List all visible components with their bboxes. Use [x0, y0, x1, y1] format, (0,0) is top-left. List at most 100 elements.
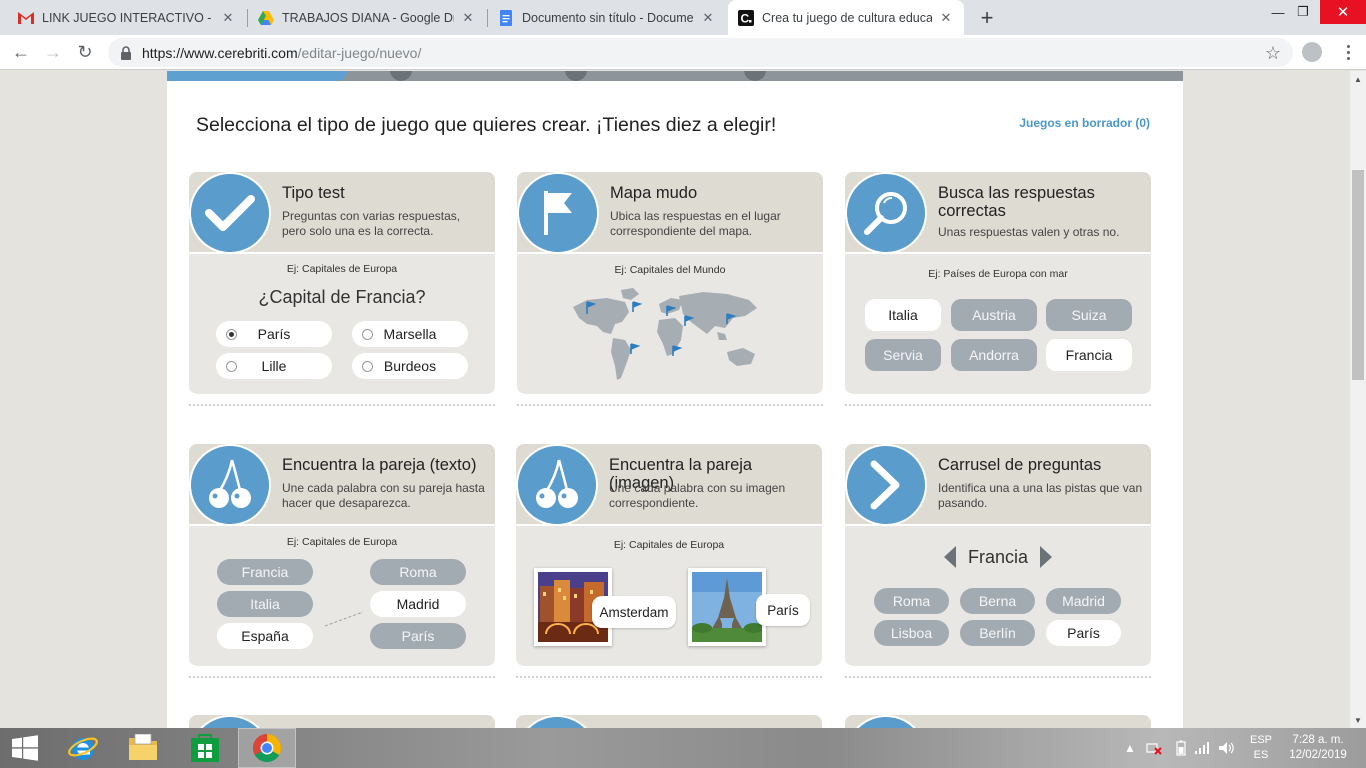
clock-date: 12/02/2019	[1289, 749, 1347, 761]
browser-menu-icon[interactable]	[1338, 42, 1358, 62]
match-word: París	[370, 623, 466, 649]
connector-line	[324, 611, 364, 627]
world-map-image	[567, 282, 767, 387]
card-icon-circle	[516, 715, 598, 728]
card-example: Ej: Capitales del Mundo	[614, 264, 726, 276]
magnifier-icon	[845, 172, 927, 254]
card-row3-3[interactable]	[845, 715, 1151, 728]
scrollbar-thumb[interactable]	[1352, 170, 1364, 380]
step-dot	[565, 71, 587, 81]
scroll-down-icon[interactable]: ▼	[1350, 712, 1366, 728]
answer-option: Berna	[960, 588, 1035, 614]
page-title: Selecciona el tipo de juego que quieres …	[196, 114, 777, 136]
step-active	[167, 71, 347, 81]
answer-option: Servia	[865, 339, 941, 371]
cherries-icon	[516, 444, 598, 526]
radio-icon	[362, 329, 373, 340]
answer-option: Lille	[216, 353, 332, 379]
answer-option: Marsella	[352, 321, 468, 347]
card-separator	[189, 676, 495, 678]
answer-option: Francia	[1046, 339, 1132, 371]
volume-icon[interactable]	[1218, 728, 1236, 768]
answer-option: Suiza	[1046, 299, 1132, 331]
card-separator	[516, 676, 822, 678]
carousel-prev-icon	[943, 545, 957, 569]
card-description: Identifica una a una las pistas que van …	[938, 481, 1143, 510]
answer-option: París	[1046, 620, 1121, 646]
main-container: Selecciona el tipo de juego que quieres …	[167, 71, 1183, 728]
answer-option: Burdeos	[352, 353, 468, 379]
forward-arrow-icon[interactable]: →	[41, 40, 65, 64]
tab-gmail[interactable]: LINK JUEGO INTERACTIVO - mpa ✕	[8, 0, 246, 35]
scroll-up-icon[interactable]: ▲	[1350, 71, 1366, 87]
lock-icon	[120, 45, 134, 60]
card-busca-respuestas[interactable]: Busca las respuestas correctas Unas resp…	[845, 172, 1151, 394]
google-drive-icon	[258, 10, 274, 26]
card-description: Une cada palabra con su imagen correspon…	[609, 481, 786, 510]
windows-start-icon[interactable]	[0, 728, 50, 768]
tab-cerebriti[interactable]: C Crea tu juego de cultura educativ ✕	[728, 0, 964, 35]
bookmark-star-icon[interactable]: ☆	[1265, 43, 1281, 64]
sample-question: ¿Capital de Francia?	[258, 287, 426, 307]
radio-checked-icon	[226, 329, 237, 340]
card-pareja-imagen[interactable]: Encuentra la pareja (imagen) Une cada pa…	[516, 444, 822, 666]
system-clock[interactable]: 7:28 a. m. 12/02/2019	[1278, 733, 1358, 763]
battery-icon[interactable]	[1176, 728, 1186, 768]
tab-label: Crea tu juego de cultura educativ	[762, 10, 932, 25]
show-hidden-icons[interactable]: ▲	[1124, 728, 1136, 768]
chrome-taskbar-icon[interactable]	[238, 728, 296, 768]
drafts-link[interactable]: Juegos en borrador (0)	[1019, 116, 1150, 130]
cerebriti-icon: C	[738, 9, 754, 26]
card-mapa-mudo[interactable]: Mapa mudo Ubica las respuestas en el lug…	[517, 172, 823, 394]
tab-label: Documento sin título - Documen	[522, 10, 694, 25]
card-row3-1[interactable]	[189, 715, 495, 728]
browser-toolbar: ← → ↻ https://www.cerebriti.com/editar-j…	[0, 35, 1366, 70]
card-example: Ej: Capitales de Europa	[613, 539, 725, 551]
internet-explorer-icon[interactable]	[54, 728, 112, 768]
file-explorer-icon[interactable]	[114, 728, 172, 768]
chevron-right-icon	[845, 444, 927, 526]
browser-tab-strip: LINK JUEGO INTERACTIVO - mpa ✕ TRABAJOS …	[0, 0, 1366, 35]
page-viewport: Selecciona el tipo de juego que quieres …	[0, 71, 1350, 728]
tab-close-icon[interactable]: ✕	[938, 10, 954, 26]
reload-icon[interactable]: ↻	[73, 40, 97, 64]
tab-close-icon[interactable]: ✕	[700, 10, 716, 26]
card-title: Busca las respuestas correctas	[938, 184, 1095, 220]
profile-avatar[interactable]	[1302, 42, 1322, 62]
back-arrow-icon[interactable]: ←	[9, 40, 33, 64]
match-word: España	[217, 623, 313, 649]
restore-button[interactable]: ❐	[1281, 0, 1325, 24]
card-description: Preguntas con varias respuestas, pero so…	[282, 209, 461, 238]
card-tipo-test[interactable]: Tipo test Preguntas con varias respuesta…	[189, 172, 495, 394]
answer-option: Roma	[874, 588, 949, 614]
checkmark-icon	[189, 172, 271, 254]
input-language[interactable]: ESP ES	[1246, 733, 1276, 763]
card-row3-2[interactable]	[516, 715, 822, 728]
url-path: /editar-juego/nuevo/	[297, 44, 422, 61]
card-pareja-texto[interactable]: Encuentra la pareja (texto) Une cada pal…	[189, 444, 495, 666]
signal-icon[interactable]	[1194, 728, 1210, 768]
answer-option: Italia	[865, 299, 941, 331]
store-icon[interactable]	[176, 728, 234, 768]
new-tab-button[interactable]: +	[975, 5, 999, 30]
page-scrollbar[interactable]: ▲ ▼	[1350, 71, 1366, 728]
tab-close-icon[interactable]: ✕	[460, 10, 476, 26]
match-word: Amsterdam	[592, 596, 676, 628]
tab-close-icon[interactable]: ✕	[220, 10, 236, 26]
tab-google-drive[interactable]: TRABAJOS DIANA - Google Drive ✕	[248, 0, 486, 35]
card-separator	[845, 404, 1151, 406]
card-title: Carrusel de preguntas	[938, 456, 1102, 474]
flag-icon	[517, 172, 599, 254]
url-host: https://www.cerebriti.com	[142, 44, 298, 61]
network-error-icon[interactable]	[1146, 728, 1162, 768]
address-bar[interactable]: https://www.cerebriti.com/editar-juego/n…	[108, 38, 1293, 67]
card-carrusel[interactable]: Carrusel de preguntas Identifica una a u…	[845, 444, 1151, 666]
tab-google-docs[interactable]: Documento sin título - Documen ✕	[488, 0, 726, 35]
eiffel-tower-photo	[688, 568, 766, 646]
card-icon-circle	[189, 715, 271, 728]
match-word: Francia	[217, 559, 313, 585]
carousel-current: Francia	[967, 547, 1029, 567]
cherries-icon	[189, 444, 271, 526]
close-window-button[interactable]: ✕	[1320, 0, 1366, 24]
step-dot	[744, 71, 766, 81]
